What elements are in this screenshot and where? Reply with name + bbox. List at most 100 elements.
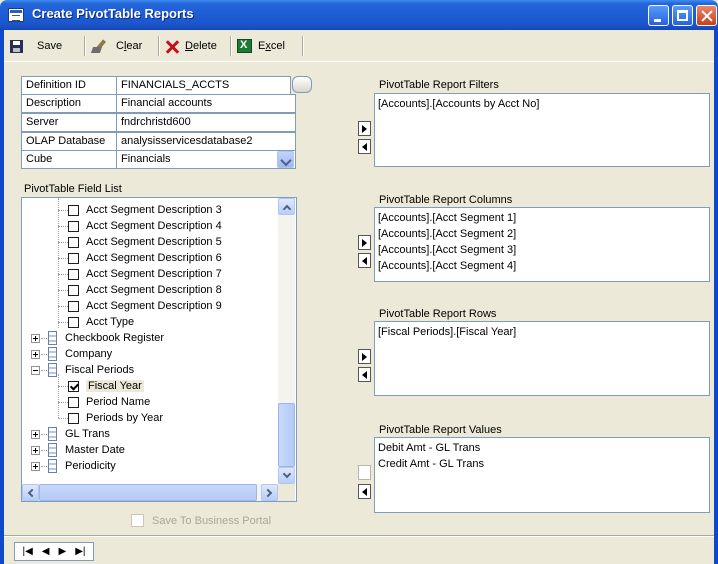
scroll-left-button[interactable]: [22, 484, 39, 501]
description-label: Description: [21, 94, 117, 113]
field-group[interactable]: Fiscal Periods: [48, 362, 134, 378]
clear-label: Clear: [116, 40, 143, 52]
previous-record-icon[interactable]: ◀: [42, 546, 50, 557]
divider: [4, 535, 714, 537]
field-list-tree[interactable]: Acct Segment Description 3 Acct Segment …: [21, 197, 297, 502]
toolbar-separator: [158, 36, 160, 56]
olap-database-field[interactable]: analysisservicesdatabase2: [116, 132, 296, 151]
field-group[interactable]: Master Date: [48, 442, 125, 458]
scroll-up-button[interactable]: [278, 198, 295, 215]
list-item[interactable]: Credit Amt - GL Trans: [378, 456, 706, 472]
columns-list[interactable]: [Accounts].[Acct Segment 1] [Accounts].[…: [374, 207, 710, 282]
save-label: Save: [37, 40, 63, 52]
field-item[interactable]: Periods by Year: [68, 410, 163, 426]
minimize-button[interactable]: [648, 5, 669, 26]
remove-value-button[interactable]: [358, 484, 371, 499]
field-item[interactable]: Fiscal Year: [68, 378, 144, 394]
list-item[interactable]: [Accounts].[Accounts by Acct No]: [378, 96, 706, 112]
field-item[interactable]: Acct Segment Description 3: [68, 202, 222, 218]
list-item[interactable]: [Accounts].[Acct Segment 2]: [378, 226, 706, 242]
checkbox[interactable]: [68, 396, 79, 408]
field-list-label: PivotTable Field List: [24, 183, 122, 195]
columns-label: PivotTable Report Columns: [379, 194, 513, 206]
dimension-icon: [48, 347, 57, 361]
server-field[interactable]: fndrchristd600: [116, 113, 296, 132]
excel-label: Excel: [258, 40, 285, 52]
list-item[interactable]: Debit Amt - GL Trans: [378, 440, 706, 456]
field-group[interactable]: Checkbook Register: [48, 330, 164, 346]
checkbox[interactable]: [68, 204, 79, 216]
checkbox[interactable]: [68, 412, 79, 424]
next-record-icon[interactable]: ▶: [59, 546, 67, 557]
scroll-down-button[interactable]: [278, 467, 295, 484]
save-button[interactable]: Save: [10, 37, 62, 55]
checkbox[interactable]: [68, 316, 79, 328]
expand-icon[interactable]: [31, 446, 40, 455]
field-group[interactable]: Company: [48, 346, 112, 362]
checkbox[interactable]: [68, 268, 79, 280]
dimension-icon: [48, 331, 57, 345]
close-button[interactable]: [696, 5, 717, 26]
field-item[interactable]: Acct Segment Description 8: [68, 282, 222, 298]
field-item[interactable]: Period Name: [68, 394, 150, 410]
remove-row-button[interactable]: [358, 367, 371, 382]
first-record-icon[interactable]: |◀: [23, 546, 33, 557]
toolbar-separator: [84, 36, 86, 56]
horizontal-scrollbar[interactable]: [22, 484, 278, 501]
filters-list[interactable]: [Accounts].[Accounts by Acct No]: [374, 93, 710, 167]
field-item[interactable]: Acct Segment Description 7: [68, 266, 222, 282]
checkbox[interactable]: [68, 252, 79, 264]
delete-button[interactable]: Delete: [166, 37, 217, 55]
definition-id-field[interactable]: FINANCIALS_ACCTS: [116, 76, 291, 95]
checkbox-checked[interactable]: [68, 380, 79, 392]
maximize-button[interactable]: [672, 5, 693, 26]
field-group[interactable]: Periodicity: [48, 458, 116, 474]
chevron-down-icon[interactable]: [277, 151, 294, 168]
horizontal-scroll-thumb[interactable]: [39, 484, 257, 501]
expand-icon[interactable]: [31, 334, 40, 343]
remove-filter-button[interactable]: [358, 139, 371, 154]
list-item[interactable]: [Accounts].[Acct Segment 4]: [378, 258, 706, 274]
field-item[interactable]: Acct Segment Description 9: [68, 298, 222, 314]
excel-icon: [237, 39, 252, 53]
values-list[interactable]: Debit Amt - GL Trans Credit Amt - GL Tra…: [374, 437, 710, 513]
lookup-button[interactable]: [292, 76, 312, 93]
vertical-scrollbar[interactable]: [278, 198, 295, 484]
eraser-icon: [92, 39, 110, 53]
server-label: Server: [21, 113, 117, 132]
record-navigation: |◀ ◀ ▶ ▶|: [14, 542, 94, 561]
add-row-button[interactable]: [358, 349, 371, 364]
checkbox[interactable]: [68, 236, 79, 248]
list-item[interactable]: [Accounts].[Acct Segment 1]: [378, 210, 706, 226]
scroll-thumb[interactable]: [278, 403, 295, 467]
add-value-button[interactable]: [358, 465, 371, 480]
remove-column-button[interactable]: [358, 253, 371, 268]
dimension-icon: [48, 459, 57, 473]
add-filter-button[interactable]: [358, 121, 371, 136]
scroll-right-button[interactable]: [261, 484, 278, 501]
save-to-portal-option[interactable]: Save To Business Portal: [131, 514, 271, 527]
description-field[interactable]: Financial accounts: [116, 94, 296, 113]
save-icon: [10, 39, 23, 53]
checkbox[interactable]: [68, 220, 79, 232]
collapse-icon[interactable]: [31, 366, 40, 375]
excel-button[interactable]: Excel: [237, 37, 285, 55]
list-item[interactable]: [Accounts].[Acct Segment 3]: [378, 242, 706, 258]
field-item[interactable]: Acct Type: [68, 314, 134, 330]
expand-icon[interactable]: [31, 430, 40, 439]
add-column-button[interactable]: [358, 235, 371, 250]
clear-button[interactable]: Clear: [92, 37, 142, 55]
checkbox-disabled[interactable]: [131, 514, 144, 527]
expand-icon[interactable]: [31, 462, 40, 471]
expand-icon[interactable]: [31, 350, 40, 359]
checkbox[interactable]: [68, 300, 79, 312]
field-item[interactable]: Acct Segment Description 5: [68, 234, 222, 250]
field-item[interactable]: Acct Segment Description 6: [68, 250, 222, 266]
rows-list[interactable]: [Fiscal Periods].[Fiscal Year]: [374, 321, 710, 396]
cube-select[interactable]: Financials: [116, 150, 296, 169]
list-item[interactable]: [Fiscal Periods].[Fiscal Year]: [378, 324, 706, 340]
field-item[interactable]: Acct Segment Description 4: [68, 218, 222, 234]
checkbox[interactable]: [68, 284, 79, 296]
field-group[interactable]: GL Trans: [48, 426, 110, 442]
last-record-icon[interactable]: ▶|: [75, 546, 85, 557]
